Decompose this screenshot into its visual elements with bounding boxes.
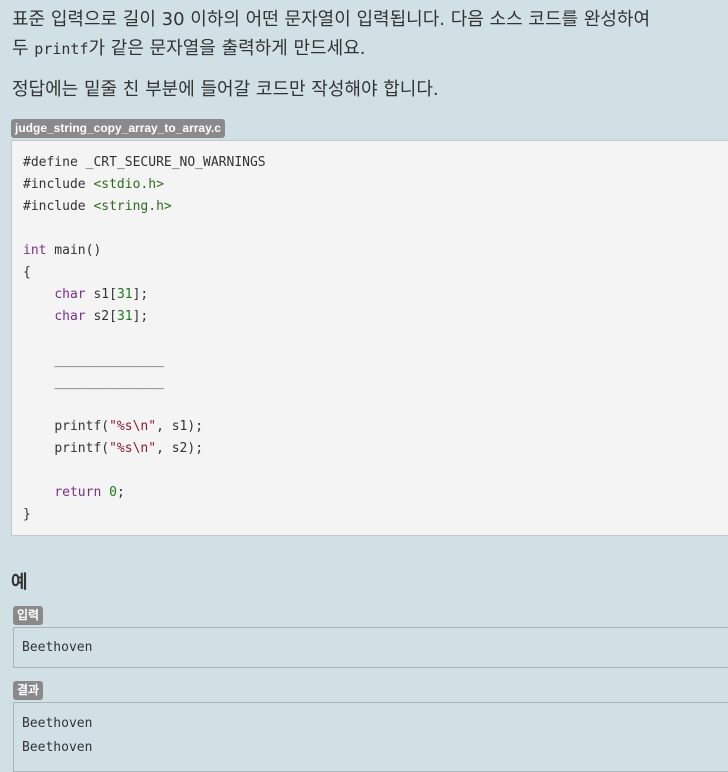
return-value: 0 xyxy=(109,485,117,500)
source-code: #define _CRT_SECURE_NO_WARNINGS #include … xyxy=(23,152,266,526)
code-line-printf-s1: printf("%s\n", s1); xyxy=(23,416,266,438)
code-line-blank-1: ______________ xyxy=(23,350,266,372)
include-header-string: <string.h> xyxy=(93,199,172,214)
file-name-badge: judge_string_copy_array_to_array.c xyxy=(11,119,225,138)
main-signature: main() xyxy=(46,243,102,258)
code-line-decl-s1: char s1[31]; xyxy=(23,284,266,306)
define-value: _CRT_SECURE_NO_WARNINGS xyxy=(77,155,266,170)
result-label-badge: 결과 xyxy=(13,681,44,700)
result-line: Beethoven xyxy=(22,740,93,755)
s1-size: 31 xyxy=(116,287,133,302)
open-brace: { xyxy=(23,265,31,280)
printf-call: printf( xyxy=(54,441,110,456)
input-label-badge: 입력 xyxy=(13,606,44,625)
printf-call: printf( xyxy=(54,419,110,434)
code-line-close-brace: } xyxy=(23,504,266,526)
instruction-line-1: 표준 입력으로 길이 30 이하의 어떤 문자열이 입력됩니다. 다음 소스 코… xyxy=(12,9,651,30)
answer-blank-2: ______________ xyxy=(54,375,164,390)
code-line-decl-s2: char s2[31]; xyxy=(23,306,266,328)
code-line-empty xyxy=(23,328,266,350)
code-line-include-string: #include <string.h> xyxy=(23,196,266,218)
s2-declaration: s2[ xyxy=(85,309,117,324)
define-directive: #define xyxy=(23,155,78,170)
example-input-box: Beethoven xyxy=(13,627,728,668)
answer-blank-1: ______________ xyxy=(54,353,164,368)
code-line-empty xyxy=(23,218,266,240)
result-line: Beethoven xyxy=(22,716,93,731)
keyword-char: char xyxy=(54,309,86,324)
include-directive: #include xyxy=(23,199,86,214)
printf-args: , s1); xyxy=(156,419,204,434)
code-line-empty xyxy=(23,460,266,482)
decl-end: ]; xyxy=(132,309,149,324)
include-header-stdio: <stdio.h> xyxy=(93,177,164,192)
format-string: "%s\n" xyxy=(109,419,157,434)
close-brace: } xyxy=(23,507,31,522)
keyword-return: return xyxy=(54,485,102,500)
s2-size: 31 xyxy=(116,309,133,324)
inline-code-printf: printf xyxy=(34,40,89,58)
code-line-define: #define _CRT_SECURE_NO_WARNINGS xyxy=(23,152,266,174)
instruction-line-2-after: 가 같은 문자열을 출력하게 만드세요. xyxy=(88,38,366,59)
code-line-include-stdio: #include <stdio.h> xyxy=(23,174,266,196)
code-line-open-brace: { xyxy=(23,262,266,284)
code-line-main: int main() xyxy=(23,240,266,262)
code-line-printf-s2: printf("%s\n", s2); xyxy=(23,438,266,460)
s1-declaration: s1[ xyxy=(85,287,117,302)
printf-args: , s2); xyxy=(156,441,204,456)
decl-end: ]; xyxy=(132,287,149,302)
keyword-int: int xyxy=(23,243,47,258)
instruction-line-2-before: 두 xyxy=(12,38,35,59)
instruction-paragraph: 표준 입력으로 길이 30 이하의 어떤 문자열이 입력됩니다. 다음 소스 코… xyxy=(12,5,728,64)
example-result-box: Beethoven Beethoven xyxy=(13,702,728,772)
code-line-return: return 0; xyxy=(23,482,266,504)
code-block: #define _CRT_SECURE_NO_WARNINGS #include … xyxy=(11,140,728,536)
include-directive: #include xyxy=(23,177,86,192)
answer-instruction: 정답에는 밑줄 친 부분에 들어갈 코드만 작성해야 합니다. xyxy=(12,79,439,100)
example-heading: 예 xyxy=(11,572,28,593)
return-end: ; xyxy=(116,485,125,500)
input-line: Beethoven xyxy=(22,640,93,655)
keyword-char: char xyxy=(54,287,86,302)
code-line-blank-2: ______________ xyxy=(23,372,266,394)
format-string: "%s\n" xyxy=(109,441,157,456)
code-line-empty xyxy=(23,394,266,416)
